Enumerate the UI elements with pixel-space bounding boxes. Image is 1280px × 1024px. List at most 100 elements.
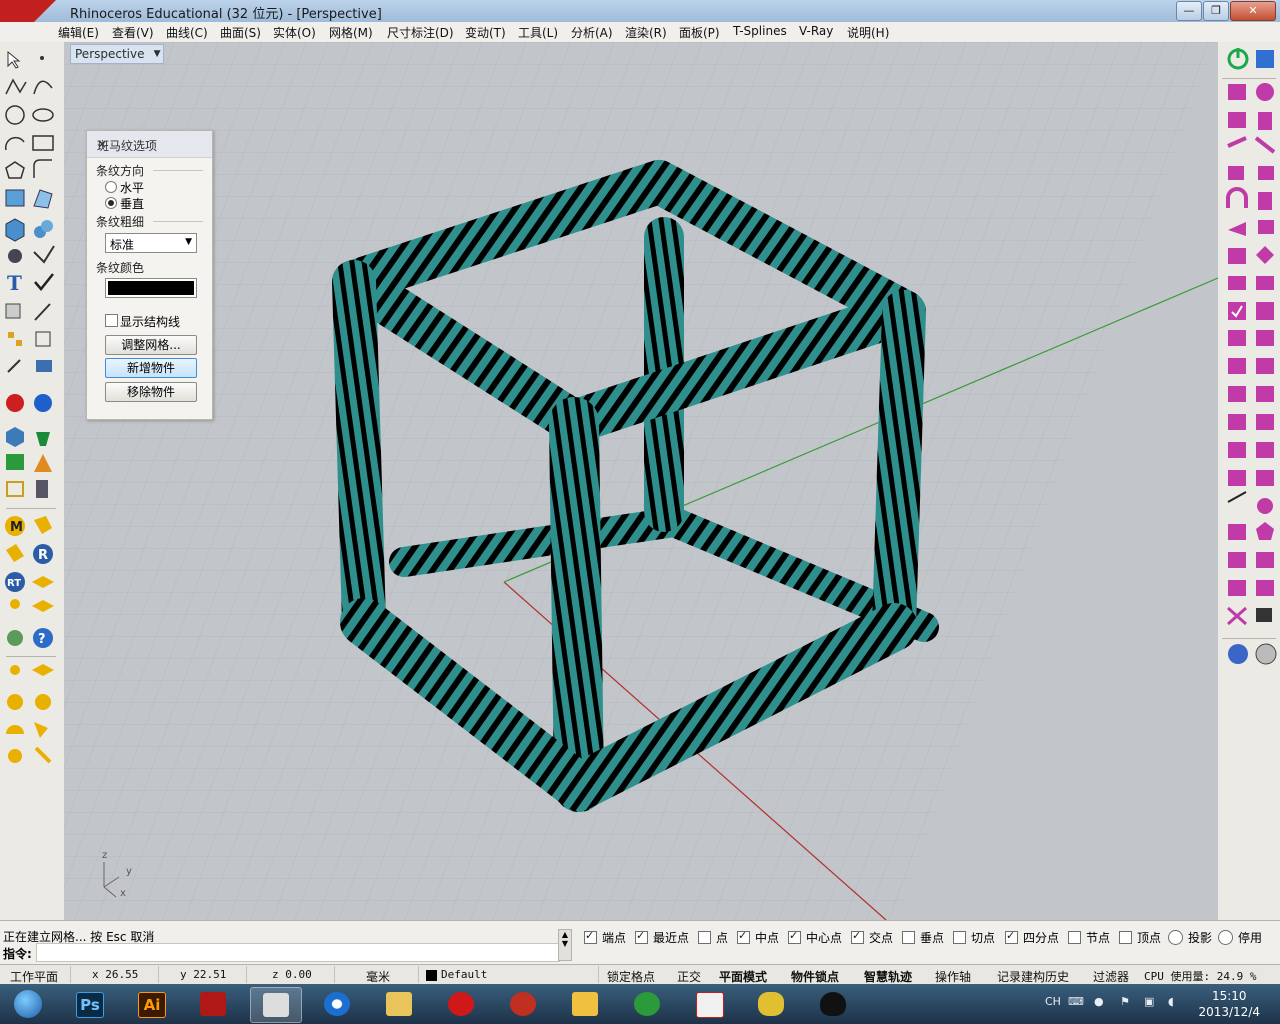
status-ortho[interactable]: 正交 [677,968,701,985]
cube-view-icon[interactable] [6,427,24,447]
tspline-star-icon[interactable] [1256,470,1274,486]
select-icon[interactable] [7,50,21,69]
tspline-select-icon[interactable] [1228,302,1246,320]
polygon-icon[interactable] [5,161,25,179]
tspline-bevel-icon[interactable] [1228,358,1246,374]
arrow-light-icon[interactable] [34,746,52,764]
rt-icon[interactable]: RT [5,572,25,592]
status-layer[interactable]: Default [441,968,487,981]
status-history[interactable]: 记录建构历史 [997,968,1069,985]
clock[interactable]: 15:10 2013/12/4 [1198,988,1260,1020]
tspline-grid-icon[interactable] [1228,248,1246,264]
taskbar-illustrator[interactable]: Ai [126,987,176,1021]
tspline-manip-icon[interactable] [1227,136,1247,148]
status-cplane[interactable]: 工作平面 [10,968,58,985]
tspline-merge-icon[interactable] [1228,386,1246,402]
tspline-star2-icon[interactable] [1256,552,1274,568]
volume-icon[interactable]: ◖ [1168,995,1174,1008]
status-osnap[interactable]: 物件锁点 [791,968,839,985]
tspline-dots-icon[interactable] [1256,414,1274,430]
tspline-sphere-icon[interactable] [1256,83,1274,101]
menu-surface[interactable]: 曲面(S) [220,24,261,41]
taskbar-opera[interactable] [436,987,486,1021]
curve-icon[interactable] [33,80,53,95]
material-m-icon[interactable]: M [5,516,25,536]
analyze-icon[interactable] [7,359,21,373]
taskbar-globe[interactable] [622,987,672,1021]
sun-icon[interactable] [10,599,20,609]
box-icon[interactable] [5,218,25,242]
menu-mesh[interactable]: 网格(M) [329,24,373,41]
menu-vray[interactable]: V-Ray [799,24,833,38]
gem-icon[interactable] [36,432,50,446]
tspline-crease-icon[interactable] [1228,222,1246,236]
tspline-patch-icon[interactable] [1256,580,1274,596]
tspline-pull-icon[interactable] [1228,470,1246,486]
render-sphere-blue-icon[interactable] [34,394,52,412]
menu-view[interactable]: 查看(V) [112,24,154,41]
qq-tray-icon[interactable]: ● [1094,995,1104,1008]
soccer-ball-icon[interactable] [1255,643,1277,665]
boolean-icon[interactable] [34,220,53,238]
fillet-curve-icon[interactable] [33,159,52,178]
tspline-insert-icon[interactable] [1256,442,1274,458]
taskbar-autocad[interactable] [188,987,238,1021]
dome-light-icon[interactable] [6,725,24,734]
minimize-button[interactable]: — [1176,1,1202,21]
menu-analyze[interactable]: 分析(A) [571,24,613,41]
sphere-mesh-icon[interactable] [1228,644,1248,664]
tspline-extrude-icon[interactable] [1258,166,1274,180]
menu-render[interactable]: 渲染(R) [625,24,667,41]
tspline-pipe-icon[interactable] [1228,414,1246,430]
flag-icon[interactable]: ⚑ [1120,995,1130,1008]
tspline-face-icon[interactable] [1228,166,1244,180]
status-planar[interactable]: 平面模式 [719,968,767,985]
menu-curve[interactable]: 曲线(C) [166,24,208,41]
tspline-grid2-icon[interactable] [1256,302,1274,320]
tspline-cylinder-icon[interactable] [1258,112,1272,130]
close-button[interactable]: ✕ [1230,1,1276,21]
tspline-move-icon[interactable] [1228,524,1246,540]
array-icon[interactable] [8,332,22,346]
status-filter[interactable]: 过滤器 [1093,968,1129,985]
light-icon[interactable] [6,544,24,562]
help-icon[interactable]: ? [33,628,53,648]
menu-transform[interactable]: 变动(T) [465,24,506,41]
osnap-int-checkbox[interactable] [851,929,864,944]
remove-object-button[interactable]: 移除物件 [105,382,197,402]
tspline-diamond-icon[interactable] [1256,246,1274,264]
osnap-project-toggle[interactable] [1168,930,1183,945]
tspline-match-icon[interactable] [1256,386,1274,402]
cylinder-icon[interactable] [36,480,48,498]
status-grid-snap[interactable]: 锁定格点 [607,968,655,985]
frame-icon[interactable] [6,481,24,497]
maximize-button[interactable]: ❐ [1203,1,1229,21]
ground-plane-icon[interactable] [32,600,54,612]
taskbar-browser[interactable] [312,987,362,1021]
tspline-delete-icon[interactable] [1256,330,1274,346]
menu-dimension[interactable]: 尺寸标注(D) [387,24,454,41]
light-bulb-icon[interactable] [8,749,22,763]
cone-icon[interactable] [34,454,52,472]
polyline-icon[interactable] [5,78,27,95]
power-icon[interactable] [1227,48,1249,70]
extrude-icon[interactable] [33,189,53,209]
osnap-mid-checkbox[interactable] [737,929,750,944]
menu-tsplines[interactable]: T-Splines [733,24,787,38]
tspline-cube-icon[interactable] [1228,84,1246,100]
sphere-light-icon[interactable] [7,694,23,710]
mesh-icon[interactable] [8,249,22,263]
tspline-plane-icon[interactable] [1228,112,1246,128]
menu-panels[interactable]: 面板(P) [679,24,720,41]
chevron-down-icon[interactable]: ▼ [154,45,161,63]
stripe-color-swatch[interactable] [105,278,197,298]
stripe-thickness-select[interactable]: 标准 ▼ [105,233,197,253]
taskbar-search[interactable] [560,987,610,1021]
tspline-weld-icon[interactable] [1228,276,1246,290]
render-sphere-red-icon[interactable] [6,394,24,412]
tag-icon[interactable] [34,516,52,534]
environment-icon[interactable] [7,630,23,646]
tspline-sweep-icon[interactable] [1228,552,1246,568]
move-icon[interactable] [34,303,51,321]
command-scrollbar[interactable]: ▲ ▼ [558,929,572,961]
